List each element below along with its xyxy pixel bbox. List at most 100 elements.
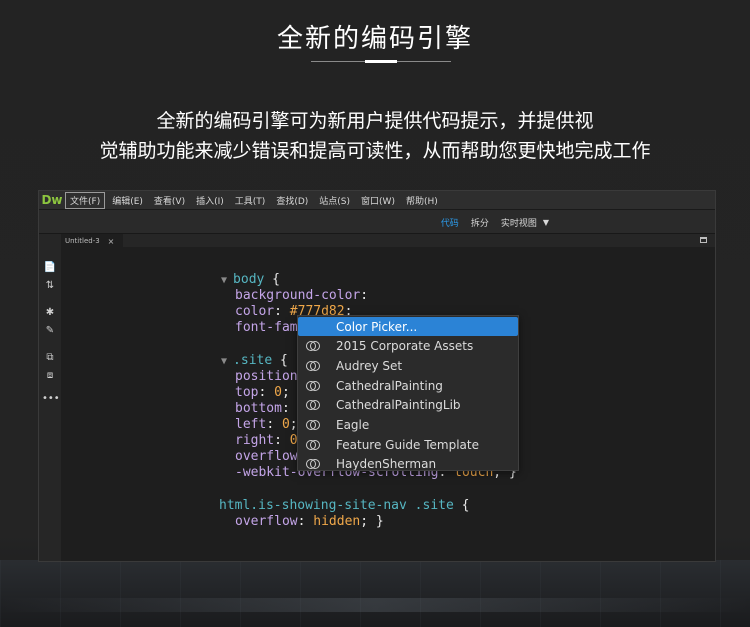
document-tab-bar: Untitled-3 × xyxy=(39,233,715,248)
view-live-button[interactable]: 实时视图 xyxy=(501,216,537,229)
code-token-prop: background-color xyxy=(235,288,361,303)
view-code-button[interactable]: 代码 xyxy=(441,216,459,229)
comment-icon[interactable]: ⧉ xyxy=(42,351,58,365)
option-label: CathedralPainting xyxy=(336,378,443,393)
code-line: left: 0; xyxy=(235,417,298,433)
file-management-icon[interactable]: ⇅ xyxy=(42,279,58,293)
format-source-icon[interactable]: ✎ xyxy=(42,324,58,338)
option-label: Feature Guide Template xyxy=(336,437,479,452)
menu-insert[interactable]: 插入(I) xyxy=(192,193,228,208)
code-token-punc: : xyxy=(360,288,369,303)
document-tab[interactable]: Untitled-3 × xyxy=(61,234,123,248)
library-option[interactable]: 2015 Corporate Assets xyxy=(298,337,518,356)
document-toolbar: 代码 拆分 实时视图 ▼ xyxy=(39,209,715,233)
hero-subtitle-line-1: 全新的编码引擎可为新用户提供代码提示，并提供视 xyxy=(156,110,594,132)
code-hint-popup: Color Picker... 2015 Corporate Assets Audr… xyxy=(297,315,519,471)
close-icon[interactable]: × xyxy=(108,237,115,246)
code-token-prop: overflow xyxy=(235,514,298,529)
view-switcher: 代码 拆分 实时视图 ▼ xyxy=(429,216,549,229)
library-option[interactable]: Eagle xyxy=(298,416,518,435)
library-option[interactable]: CathedralPaintingLib xyxy=(298,396,518,415)
code-token-prop: overflow xyxy=(235,449,298,464)
option-label: HaydenSherman xyxy=(336,457,437,471)
fold-toggle-icon[interactable]: ▼ xyxy=(221,356,233,367)
creative-cloud-icon xyxy=(306,359,320,373)
option-label: 2015 Corporate Assets xyxy=(336,339,474,354)
floor-decoration xyxy=(0,560,750,627)
code-line: position: xyxy=(235,369,305,385)
code-line: overflow: xyxy=(235,449,305,465)
code-token-prop: left xyxy=(235,417,267,432)
code-line: background-color: xyxy=(235,288,368,304)
document-tab-label: Untitled-3 xyxy=(65,237,100,245)
option-label: Audrey Set xyxy=(336,358,403,373)
code-line: overflow: hidden; } xyxy=(235,514,384,530)
menu-find[interactable]: 查找(D) xyxy=(272,193,312,208)
restore-window-icon[interactable] xyxy=(700,237,707,243)
menu-edit[interactable]: 编辑(E) xyxy=(108,193,147,208)
code-token-sel: html.is-showing-site-nav .site xyxy=(219,498,454,513)
creative-cloud-icon xyxy=(306,457,320,470)
code-token-val: 0 xyxy=(281,417,290,432)
code-token-prop: top xyxy=(235,385,259,400)
menu-file[interactable]: 文件(F) xyxy=(65,191,106,209)
code-line: html.is-showing-site-nav .site { xyxy=(219,498,469,514)
menu-site[interactable]: 站点(S) xyxy=(315,193,354,208)
menu-tools[interactable]: 工具(T) xyxy=(231,193,270,208)
chevron-down-icon[interactable]: ▼ xyxy=(543,218,549,227)
menu-bar: Dw 文件(F) 编辑(E) 查看(V) 插入(I) 工具(T) 查找(D) 站… xyxy=(39,191,715,209)
code-token-punc: : xyxy=(297,514,314,529)
code-line: right: 0; xyxy=(235,433,305,449)
more-tools-icon[interactable]: ••• xyxy=(42,392,60,406)
blank-icon xyxy=(306,320,320,334)
view-split-button[interactable]: 拆分 xyxy=(471,216,489,229)
code-token-punc: : xyxy=(274,304,290,319)
code-token-punc: ; xyxy=(281,385,290,400)
code-token-prop: bottom xyxy=(235,401,282,416)
menu-window[interactable]: 窗口(W) xyxy=(357,193,399,208)
open-documents-icon[interactable]: 📄 xyxy=(42,261,58,275)
title-divider-accent xyxy=(365,60,397,63)
code-token-punc: : xyxy=(274,433,290,448)
menu-view[interactable]: 查看(V) xyxy=(150,193,189,208)
creative-cloud-icon xyxy=(306,379,320,393)
code-token-sel: body xyxy=(233,272,265,287)
side-toolbar: 📄 ⇅ ✱ ✎ ⧉ ⧈ ••• xyxy=(39,247,61,561)
indent-icon[interactable]: ⧈ xyxy=(42,369,58,383)
code-token-val: hidden xyxy=(313,514,361,529)
option-label: CathedralPaintingLib xyxy=(336,398,461,413)
code-token-val: 0 xyxy=(274,385,282,400)
library-option[interactable]: Audrey Set xyxy=(298,356,518,375)
code-token-prop: color xyxy=(235,304,275,319)
creative-cloud-icon xyxy=(306,339,320,353)
library-option[interactable]: Feature Guide Template xyxy=(298,435,518,454)
creative-cloud-icon xyxy=(306,398,320,412)
option-label: Color Picker... xyxy=(336,319,418,334)
option-label: Eagle xyxy=(336,418,370,432)
code-token-punc: : xyxy=(266,417,282,432)
menu-help[interactable]: 帮助(H) xyxy=(402,193,442,208)
code-token-punc: : xyxy=(281,401,298,416)
code-line: top: 0; xyxy=(235,385,290,401)
app-logo: Dw xyxy=(41,193,63,207)
code-token-sel: .site xyxy=(233,353,273,368)
library-option[interactable]: HaydenSherman xyxy=(298,455,518,471)
code-token-punc: { xyxy=(264,272,281,287)
hero-subtitle-line-2: 觉辅助功能来减少错误和提高可读性，从而帮助您更快地完成工作 xyxy=(99,140,651,162)
hero-title: 全新的编码引擎 xyxy=(276,24,473,54)
code-token-punc: { xyxy=(453,498,470,513)
code-token-prop: right xyxy=(235,433,275,448)
code-token-punc: ; } xyxy=(360,514,384,529)
creative-cloud-icon xyxy=(306,438,320,452)
color-picker-option[interactable]: Color Picker... xyxy=(298,317,518,336)
code-line: ▼ .site { xyxy=(221,353,288,370)
code-token-prop: position xyxy=(235,369,298,384)
creative-cloud-icon xyxy=(306,418,320,432)
code-line: ▼ body { xyxy=(221,272,280,289)
library-option[interactable]: CathedralPainting xyxy=(298,376,518,395)
code-token-punc: { xyxy=(272,353,288,368)
floor-glow xyxy=(0,598,750,612)
hero-subtitle: 全新的编码引擎可为新用户提供代码提示，并提供视 觉辅助功能来减少错误和提高可读性… xyxy=(0,106,750,166)
fold-toggle-icon[interactable]: ▼ xyxy=(221,275,233,286)
expand-collapse-icon[interactable]: ✱ xyxy=(42,306,58,320)
